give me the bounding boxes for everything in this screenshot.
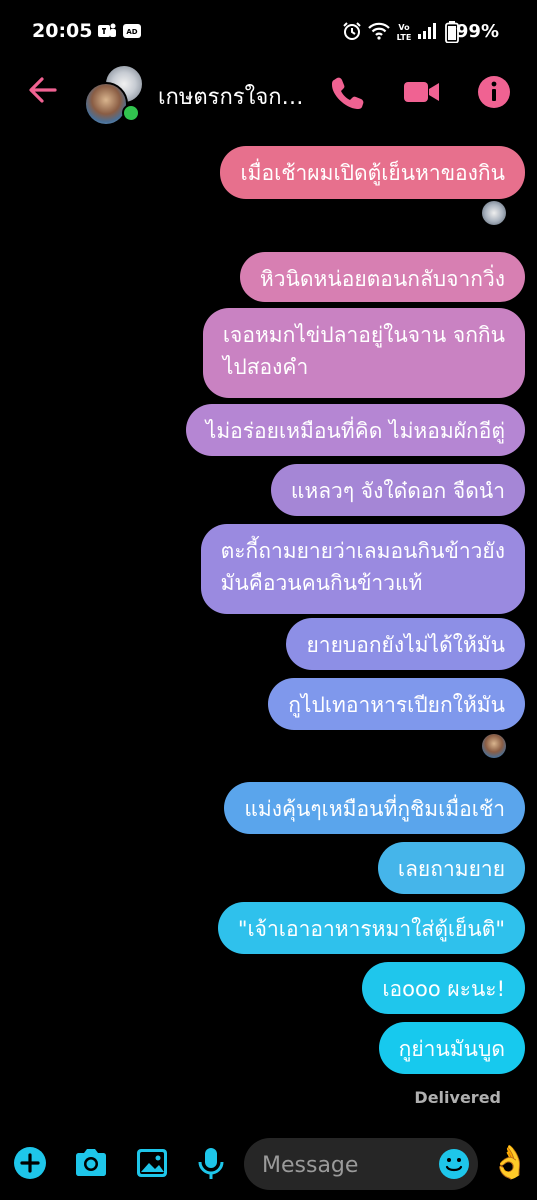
message-bubble[interactable]: ไม่อร่อยเหมือนที่คิด ไม่หอมผักอีตู่: [185, 404, 525, 456]
ad-icon: AD: [123, 24, 141, 38]
message-bubble[interactable]: ตะกี้ถามยายว่าเลมอนกินข้าวยัง มันคือวนคน…: [200, 524, 525, 614]
chat-avatar[interactable]: [84, 64, 144, 126]
volte-icon: Vo LTE: [397, 23, 412, 42]
message-bubble[interactable]: แม่งคุ้นๆเหมือนที่กูชิมเมื่อเช้า: [224, 782, 525, 834]
teams-icon: [98, 23, 116, 37]
message-bubble[interactable]: แหลวๆ จังใด๋ดอก จืดนำ: [270, 464, 525, 516]
delivered-status: Delivered: [414, 1088, 501, 1107]
chat-title[interactable]: เกษตรกรใจก…: [158, 79, 304, 114]
quick-reaction-emoji-button[interactable]: 👌: [490, 1144, 530, 1180]
message-bubble[interactable]: กูไปเทอาหารเปียกให้มัน: [268, 678, 525, 730]
gallery-icon[interactable]: [134, 1145, 170, 1181]
message-bubble[interactable]: เมื่อเช้าผมเปิดตู้เย็นหาของกิน: [220, 146, 525, 199]
message-bubble[interactable]: เลยถามยาย: [377, 842, 525, 894]
info-icon[interactable]: [474, 72, 514, 112]
back-arrow-icon[interactable]: [25, 72, 61, 108]
read-receipt-avatar: [482, 734, 506, 758]
plus-icon[interactable]: [12, 1145, 48, 1181]
status-bar: 20:05 AD Vo LTE 99%: [0, 0, 537, 62]
svg-text:Vo: Vo: [398, 23, 410, 32]
chat-header: เกษตรกรใจก…: [0, 62, 537, 126]
microphone-icon[interactable]: [193, 1145, 229, 1181]
wifi-icon: [368, 22, 390, 40]
message-bubble[interactable]: เจอหมกไข่ปลาอยู่ในจาน จกกิน ไปสองคำ: [202, 308, 525, 398]
message-input-box[interactable]: [244, 1138, 478, 1190]
video-call-icon[interactable]: [402, 72, 442, 112]
phone-call-icon[interactable]: [328, 72, 368, 112]
avatar-primary: [84, 82, 128, 126]
emoji-icon[interactable]: [438, 1148, 470, 1180]
signal-icon: [418, 23, 436, 39]
svg-text:LTE: LTE: [397, 33, 412, 42]
svg-text:AD: AD: [126, 28, 137, 36]
message-bubble[interactable]: กูย่านมันบูด: [378, 1022, 525, 1074]
status-time: 20:05: [32, 20, 93, 42]
message-bubble[interactable]: หิวนิดหน่อยตอนกลับจากวิ่ง: [239, 252, 525, 302]
alarm-icon: [343, 22, 361, 40]
battery-percent: 99%: [455, 21, 499, 42]
online-status-dot: [122, 104, 140, 122]
message-input[interactable]: [260, 1148, 434, 1182]
message-bubble[interactable]: ยายบอกยังไม่ได้ให้มัน: [286, 618, 525, 670]
composer-bar: 👌: [0, 1130, 537, 1200]
message-bubble[interactable]: "เจ้าเอาอาหารหมาใส่ตู้เย็นติ": [217, 902, 525, 954]
message-bubble[interactable]: เอooo ผะนะ!: [362, 962, 525, 1014]
camera-icon[interactable]: [73, 1145, 109, 1181]
read-receipt-avatar: [482, 201, 506, 225]
